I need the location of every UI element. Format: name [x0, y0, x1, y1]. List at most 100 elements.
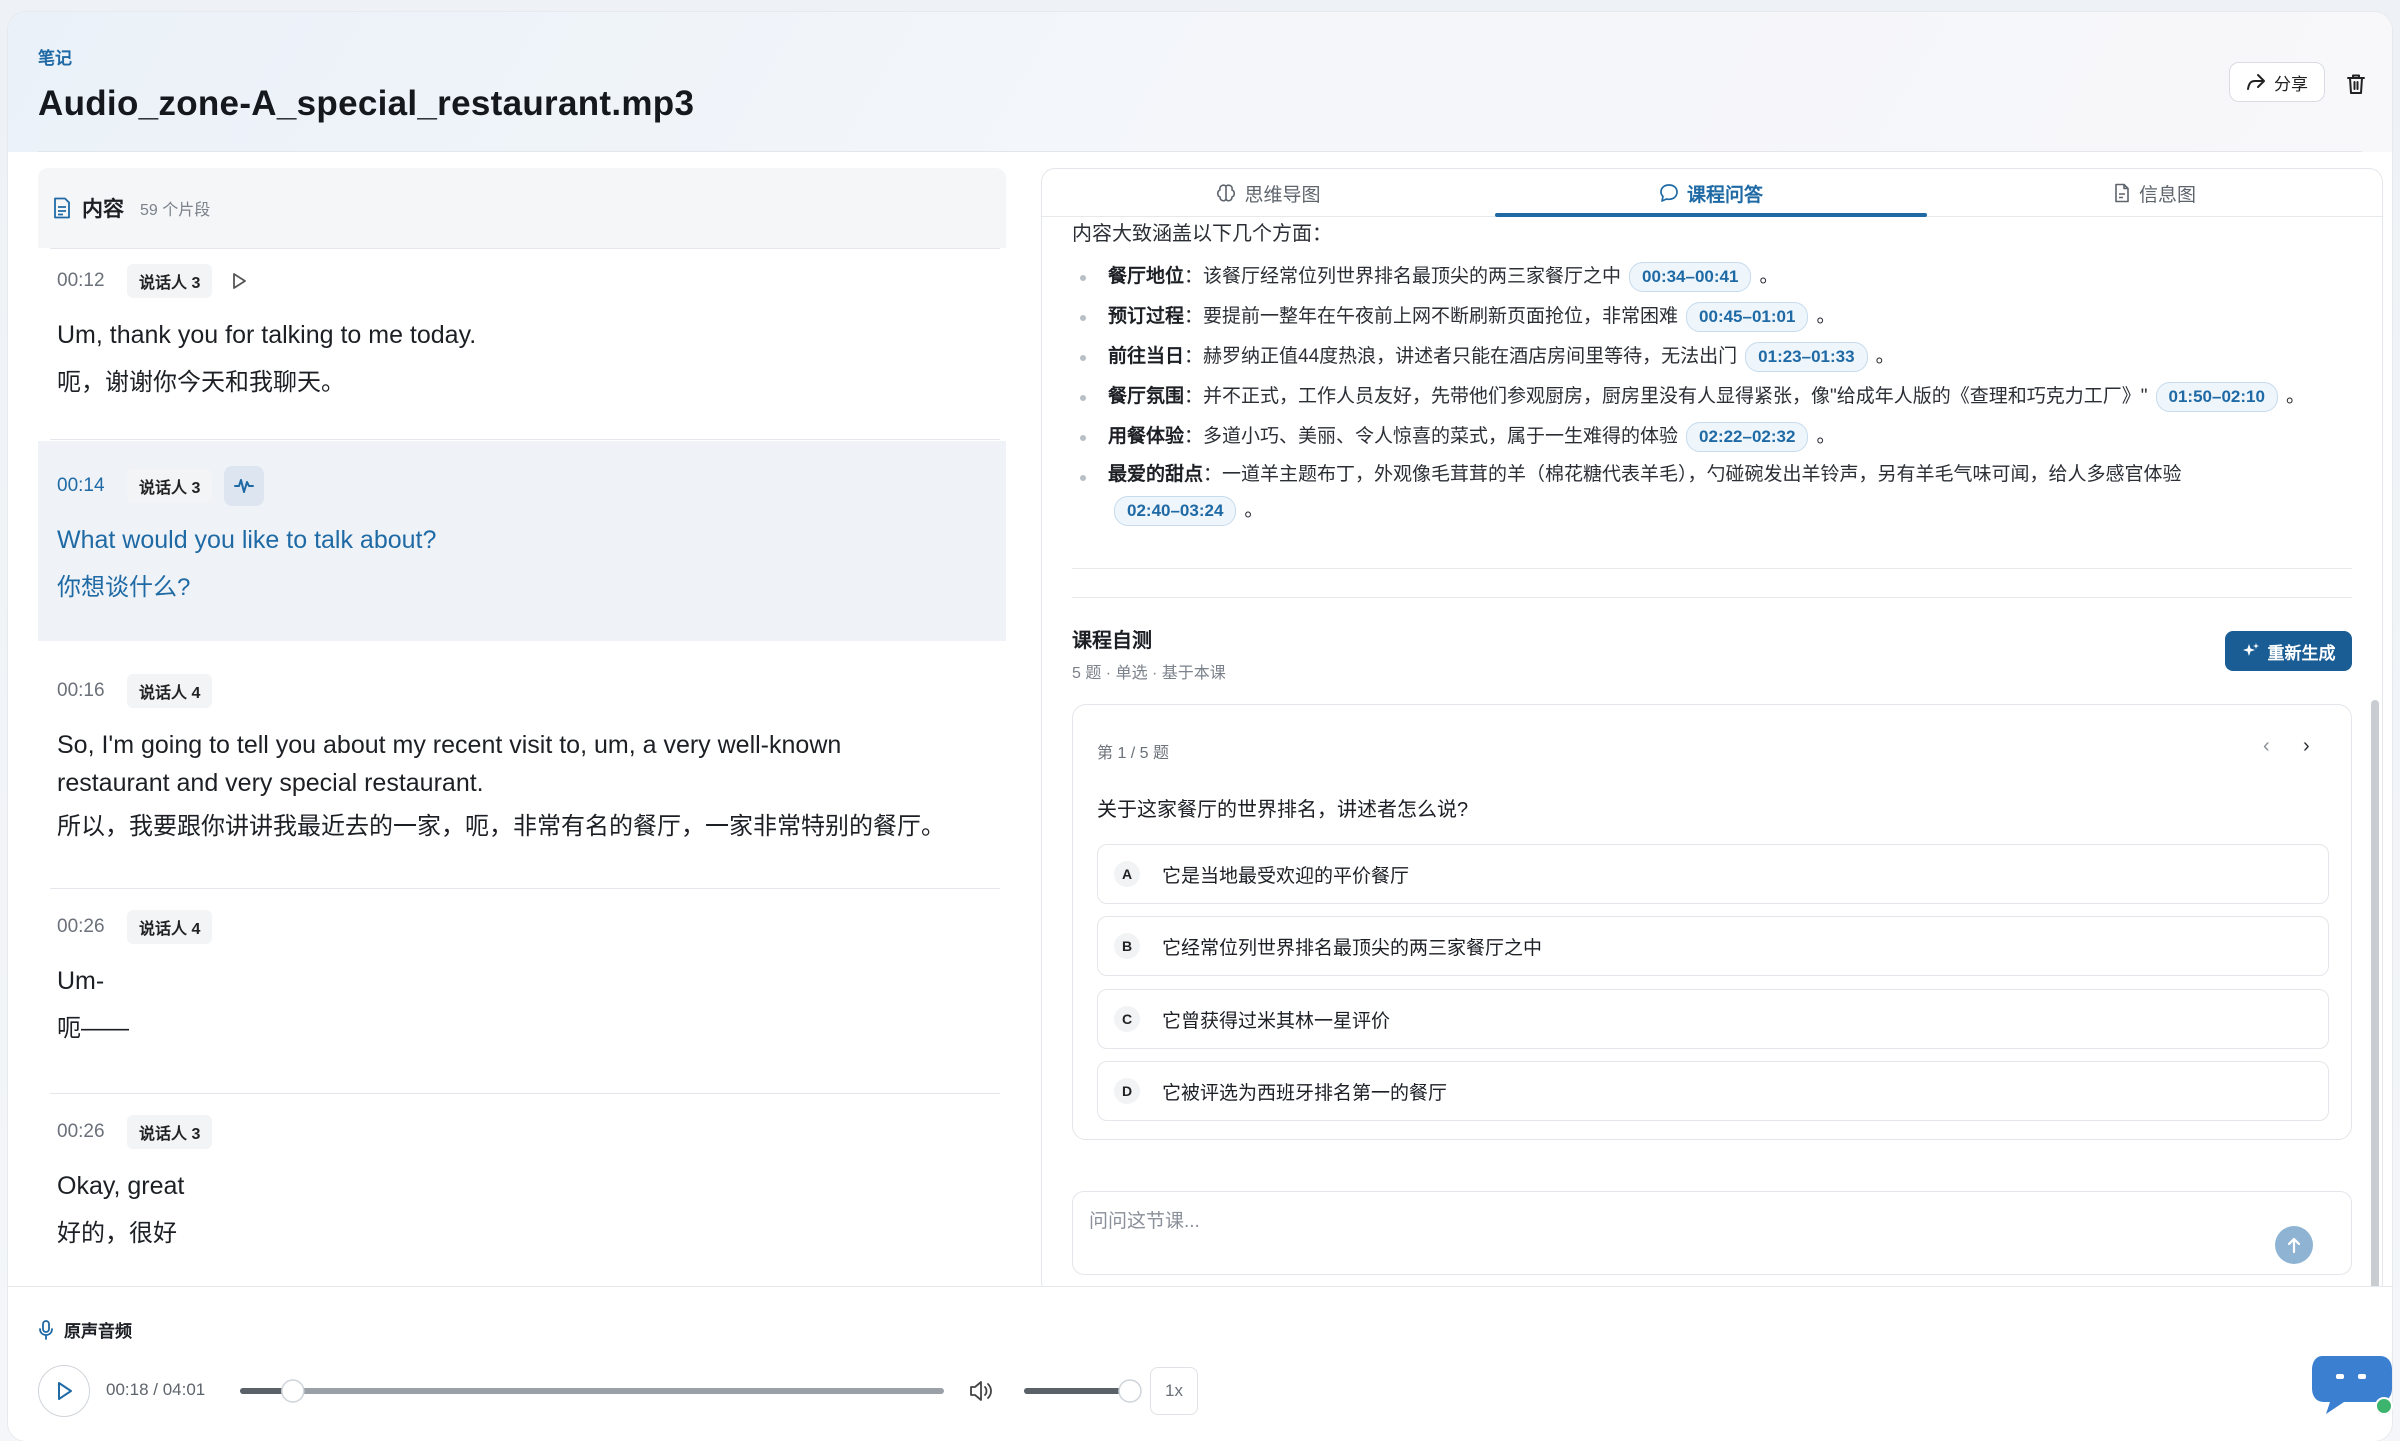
timestamp-chip[interactable]: 02:40–03:24 [1114, 495, 1237, 526]
share-icon [2247, 74, 2265, 90]
scrollbar[interactable] [2371, 700, 2379, 1292]
point-text: ：并不正式，工作人员友好，先带他们参观厨房，厨房里没有人显得紧张，像"给成年人版… [1184, 386, 2148, 407]
active-tab-indicator [1495, 213, 1927, 217]
point-label: 前往当日 [1108, 346, 1185, 367]
timestamp-chip[interactable]: 01:23–01:33 [1745, 341, 1868, 372]
point-period: 。 [1759, 266, 1779, 287]
point-period: 。 [2285, 386, 2305, 407]
play-segment-icon[interactable] [224, 266, 254, 296]
point-text: ：赫罗纳正值44度热浪，讲述者只能在酒店房间里等待，无法出门 [1184, 346, 1738, 367]
point-label: 餐厅地位 [1108, 266, 1185, 287]
segment-time[interactable]: 00:26 [57, 1121, 115, 1143]
transcript-segment[interactable]: 00:26 说话人 3 Okay, great 好的，很好 [38, 1115, 1006, 1253]
regenerate-label: 重新生成 [2267, 643, 2336, 663]
point-period: 。 [1816, 426, 1836, 447]
point-text: ：一道羊主题布丁，外观像毛茸茸的羊（棉花糖代表羊毛），勺碰碗发出羊铃声，另有羊毛… [1203, 464, 2182, 485]
timestamp-chip[interactable]: 00:34–00:41 [1629, 261, 1752, 292]
point-period: 。 [1816, 306, 1836, 327]
transcript-segment[interactable]: 00:12 说话人 3 Um, thank you for talking to… [38, 264, 1006, 402]
divider [50, 1093, 1000, 1094]
speaker-badge: 说话人 4 [127, 674, 213, 708]
option-letter: B [1114, 933, 1140, 959]
point-text: ：多道小巧、美丽、令人惊喜的菜式，属于一生难得的体验 [1184, 426, 1679, 447]
summary-point: 预订过程：要提前一整年在午夜前上网不断刷新页面抢位，非常困难 00:45–01:0… [1072, 297, 2362, 337]
timestamp-chip[interactable]: 00:45–01:01 [1686, 301, 1809, 332]
summary-point: 前往当日：赫罗纳正值44度热浪，讲述者只能在酒店房间里等待，无法出门 01:23–… [1072, 337, 2362, 377]
header-background [8, 12, 2392, 152]
option-letter: D [1114, 1078, 1140, 1104]
transcript-segment-active[interactable]: 00:14 说话人 3 What would you like to talk … [38, 441, 1006, 641]
tab-mindmap[interactable]: 思维导图 [1042, 169, 1495, 217]
speed-button[interactable]: 1x [1150, 1367, 1198, 1415]
sparkle-icon [2242, 643, 2259, 656]
segment-chinese: 呃，谢谢你今天和我聊天。 [57, 369, 345, 396]
point-label: 最爱的甜点 [1108, 464, 1204, 485]
progress-track [240, 1388, 944, 1394]
divider [50, 888, 1000, 889]
tab-infographic[interactable]: 信息图 [1927, 169, 2382, 217]
page-title: Audio_zone-A_special_restaurant.mp3 [38, 84, 695, 123]
segment-time[interactable]: 00:26 [57, 916, 115, 938]
question-text: 关于这家餐厅的世界排名，讲述者怎么说? [1097, 799, 1469, 821]
volume-fill [1024, 1388, 1130, 1394]
answer-option-a[interactable]: A 它是当地最受欢迎的平价餐厅 [1097, 844, 2329, 904]
player-label: 原声音频 [38, 1317, 132, 1342]
document-icon [54, 197, 70, 219]
segment-time[interactable]: 00:16 [57, 680, 115, 702]
timestamp-chip[interactable]: 01:50–02:10 [2155, 381, 2278, 412]
point-label: 预订过程 [1108, 306, 1185, 327]
divider [1072, 597, 2352, 598]
progress-slider[interactable] [232, 1375, 952, 1407]
answer-option-b[interactable]: B 它经常位列世界排名最顶尖的两三家餐厅之中 [1097, 916, 2329, 976]
share-label: 分享 [2274, 74, 2308, 94]
option-text: 它被评选为西班牙排名第一的餐厅 [1162, 1082, 1448, 1104]
volume-slider[interactable] [1018, 1375, 1142, 1407]
answer-option-c[interactable]: C 它曾获得过米其林一星评价 [1097, 989, 2329, 1049]
delete-button[interactable] [2340, 68, 2372, 100]
segment-time[interactable]: 00:12 [57, 270, 115, 292]
progress-thumb[interactable] [281, 1379, 305, 1403]
point-label: 餐厅氛围 [1108, 386, 1185, 407]
point-text: ：要提前一整年在午夜前上网不断刷新页面抢位，非常困难 [1184, 306, 1679, 327]
document-icon [2115, 183, 2129, 203]
segment-chinese: 你想谈什么? [57, 574, 191, 601]
divider [1072, 568, 2352, 569]
play-button[interactable] [38, 1365, 90, 1417]
tab-label: 课程问答 [1686, 184, 1763, 206]
volume-icon[interactable] [966, 1376, 996, 1406]
assistant-chat-icon[interactable] [2310, 1348, 2394, 1418]
waveform-icon[interactable] [224, 466, 265, 506]
next-question-button[interactable]: › [2303, 735, 2310, 758]
chat-bubble-icon [1660, 184, 1678, 202]
summary-list: 餐厅地位：该餐厅经常位列世界排名最顶尖的两三家餐厅之中 00:34–00:41。 … [1072, 257, 2362, 529]
segment-time[interactable]: 00:14 [57, 475, 115, 497]
segment-chinese: 呃—— [57, 1015, 129, 1042]
divider [50, 248, 1000, 249]
transcript-segment[interactable]: 00:16 说话人 4 So, I'm going to tell you ab… [38, 674, 1006, 846]
transcript-heading: 内容 [82, 198, 124, 221]
summary-point: 用餐体验：多道小巧、美丽、令人惊喜的菜式，属于一生难得的体验 02:22–02:3… [1072, 417, 2362, 457]
tab-bar: 思维导图 课程问答 信息图 [1042, 169, 2382, 217]
transcript-panel[interactable]: 内容 59 个片段 00:12 说话人 3 Um, thank you for … [38, 168, 1006, 1298]
share-button[interactable]: 分享 [2229, 62, 2325, 102]
volume-thumb[interactable] [1118, 1379, 1142, 1403]
timestamp-chip[interactable]: 02:22–02:32 [1686, 421, 1809, 452]
option-text: 它经常位列世界排名最顶尖的两三家餐厅之中 [1162, 937, 1543, 959]
header-divider [38, 151, 2362, 152]
qa-panel[interactable]: 思维导图 课程问答 信息图 内容大致涵盖以下几个方面： 餐厅地位：该餐厅经常位列… [1041, 168, 2383, 1296]
tab-qa[interactable]: 课程问答 [1495, 169, 1927, 217]
answer-option-d[interactable]: D 它被评选为西班牙排名第一的餐厅 [1097, 1061, 2329, 1121]
ask-input[interactable]: 问问这节课... [1072, 1191, 2352, 1275]
speaker-badge: 说话人 3 [127, 264, 213, 298]
segment-english: Um, thank you for talking to me today. [57, 321, 477, 349]
summary-point: 最爱的甜点：一道羊主题布丁，外观像毛茸茸的羊（棉花糖代表羊毛），勺碰碗发出羊铃声… [1072, 457, 2362, 529]
point-period: 。 [1875, 346, 1895, 367]
transcript-segment[interactable]: 00:26 说话人 4 Um- 呃—— [38, 910, 1006, 1048]
app-window: 笔记 Audio_zone-A_special_restaurant.mp3 分… [8, 12, 2392, 1441]
regenerate-button[interactable]: 重新生成 [2225, 631, 2352, 671]
prev-question-button[interactable]: ‹ [2263, 735, 2270, 758]
play-icon [58, 1382, 72, 1400]
send-button[interactable] [2275, 1226, 2313, 1264]
brain-icon [1217, 184, 1236, 202]
breadcrumb[interactable]: 笔记 [38, 44, 72, 69]
